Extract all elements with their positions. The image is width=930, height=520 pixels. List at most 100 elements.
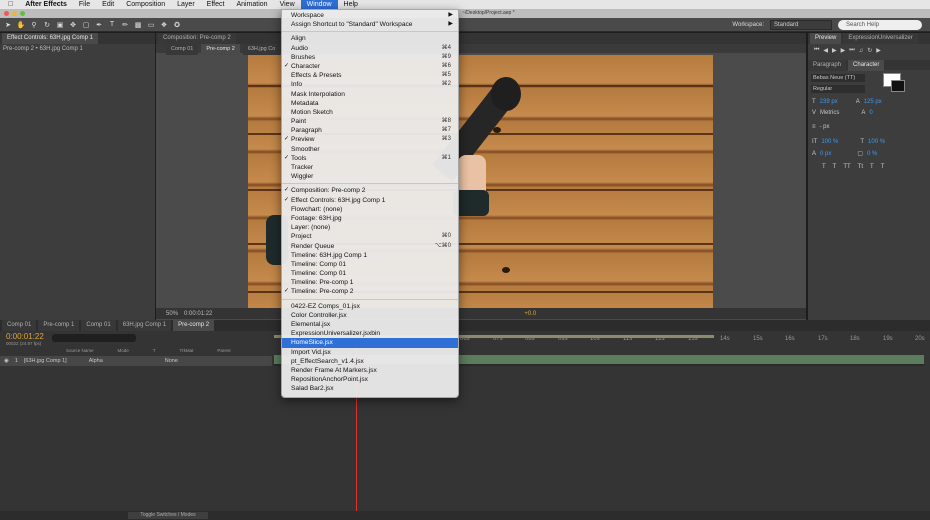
table-row[interactable]: ◉ 1 [63H.jpg Comp 1] Alpha None (0, 356, 272, 366)
viewer-tab-63h[interactable]: 63H.jpg Co (242, 44, 281, 55)
font-family-select[interactable]: Bebas Neue (TT) (811, 74, 865, 82)
font-size-value[interactable]: 239 px (820, 99, 838, 105)
horizontal-scale-value[interactable]: 100 % (868, 139, 885, 145)
menu-item[interactable]: Align (282, 34, 458, 43)
column-trkmat[interactable]: TrkMat (180, 348, 194, 355)
minimize-window-button[interactable] (12, 11, 17, 16)
puppet-tool-icon[interactable]: ✪ (173, 21, 181, 29)
layer-name[interactable]: [63H.jpg Comp 1] (24, 358, 67, 364)
menu-item[interactable]: Timeline: 63H.jpg Comp 1 (282, 251, 458, 260)
faux-bold-button[interactable]: T (822, 164, 826, 170)
clone-tool-icon[interactable]: ▩ (134, 21, 142, 29)
menu-item[interactable]: Paragraph ⌘7 (282, 126, 458, 135)
menu-item[interactable]: Wiggler (282, 172, 458, 181)
rotate-tool-icon[interactable]: ↻ (43, 21, 51, 29)
menu-item[interactable]: Footage: 63H.jpg (282, 214, 458, 223)
menu-item[interactable]: HomeSlice.jsx (282, 338, 458, 348)
leading-value[interactable]: 125 px (864, 99, 882, 105)
pen-tool-icon[interactable]: ✒ (95, 21, 103, 29)
menu-file[interactable]: File (73, 0, 96, 9)
superscript-button[interactable]: T (870, 164, 874, 170)
menu-item[interactable]: Color Controller.jsx (282, 311, 458, 320)
first-frame-icon[interactable]: ⏮ (814, 47, 819, 54)
close-window-button[interactable] (4, 11, 9, 16)
viewer-tab-comp01[interactable]: Comp 01 (166, 44, 199, 55)
stroke-color-swatch[interactable] (891, 80, 905, 92)
menu-item[interactable]: ✓ Effect Controls: 63H.jpg Comp 1 (282, 196, 458, 205)
menu-item[interactable]: Metadata (282, 99, 458, 108)
menu-item[interactable]: Tracker (282, 163, 458, 172)
menu-item[interactable]: Smoother (282, 145, 458, 154)
tab-paragraph[interactable]: Paragraph (808, 60, 847, 71)
rectangle-tool-icon[interactable]: ▢ (82, 21, 90, 29)
menu-item[interactable]: Layer: (none) (282, 223, 458, 232)
menu-item[interactable]: pt_EffectSearch_v1.4.jsx (282, 357, 458, 366)
stroke-width-value[interactable]: - px (820, 124, 830, 130)
workspace-select[interactable]: Standard (770, 20, 832, 30)
search-help-input[interactable]: Search Help (838, 20, 922, 30)
all-caps-button[interactable]: TT (843, 164, 850, 170)
menu-item[interactable]: Salad Bar2.jsx (282, 384, 458, 393)
camera-tool-icon[interactable]: ▣ (56, 21, 64, 29)
brush-tool-icon[interactable]: ✏ (121, 21, 129, 29)
tracking-value[interactable]: 0 (869, 110, 872, 116)
menu-item[interactable]: Render Frame At Markers.jsx (282, 366, 458, 375)
zoom-tool-icon[interactable]: ⚲ (30, 21, 38, 29)
menu-item[interactable]: Motion Sketch (282, 108, 458, 117)
menu-item[interactable]: Flowchart: (none) (282, 205, 458, 214)
layer-parent[interactable]: None (165, 358, 178, 364)
font-style-select[interactable]: Regular (811, 85, 865, 93)
layer-search-input[interactable] (52, 334, 136, 342)
menu-animation[interactable]: Animation (230, 0, 273, 9)
tab-preview[interactable]: Preview (810, 33, 842, 44)
tsume-value[interactable]: 0 % (867, 151, 877, 157)
menu-item[interactable]: Assign Shortcut to "Standard" Workspace ▶ (282, 20, 458, 29)
menu-item[interactable]: Timeline: Comp 01 (282, 260, 458, 269)
tab-effect-controls[interactable]: Effect Controls: 63H.jpg Comp 1 (2, 33, 98, 44)
visibility-eye-icon[interactable]: ◉ (4, 358, 9, 364)
menu-item[interactable]: Project ⌘0 (282, 232, 458, 241)
baseline-shift-value[interactable]: 0 px (820, 151, 831, 157)
menu-item[interactable]: RepositionAnchorPoint.jsx (282, 375, 458, 384)
menu-item[interactable]: ✓ Timeline: Pre-comp 2 (282, 287, 458, 296)
zoom-window-button[interactable] (20, 11, 25, 16)
eraser-tool-icon[interactable]: ▭ (147, 21, 155, 29)
menu-item[interactable]: Timeline: Pre-comp 1 (282, 278, 458, 287)
menu-item[interactable]: Brushes ⌘9 (282, 53, 458, 62)
timeline-tab-precomp1[interactable]: Pre-comp 1 (38, 320, 80, 331)
tab-composition[interactable]: Composition: Pre-comp 2 (158, 33, 236, 44)
menu-item[interactable]: ✓ Tools ⌘1 (282, 154, 458, 163)
menu-item[interactable]: Render Queue ⌥⌘0 (282, 242, 458, 251)
pan-behind-tool-icon[interactable]: ✥ (69, 21, 77, 29)
viewer-tab-precomp2[interactable]: Pre-comp 2 (201, 44, 240, 55)
timeline-tab-63h[interactable]: 63H.jpg Comp 1 (117, 320, 172, 331)
timeline-timecode[interactable]: 0:00:01:22 (6, 332, 44, 341)
menu-item[interactable]: ✓ Preview ⌘3 (282, 135, 458, 144)
faux-italic-button[interactable]: T (833, 164, 837, 170)
menu-item[interactable]: Workspace ▶ (282, 11, 458, 20)
menu-view[interactable]: View (274, 0, 301, 9)
layer-mode[interactable]: Alpha (89, 358, 103, 364)
menu-item[interactable]: Timeline: Comp 01 (282, 269, 458, 278)
menu-window[interactable]: Window (300, 0, 338, 9)
menu-item[interactable]: Paint ⌘8 (282, 117, 458, 126)
type-tool-icon[interactable]: T (108, 21, 116, 29)
app-name[interactable]: After Effects (19, 0, 73, 9)
small-caps-button[interactable]: Tt (858, 164, 863, 170)
loop-icon[interactable]: ↻ (867, 47, 872, 54)
column-t[interactable]: T (153, 348, 156, 355)
subscript-button[interactable]: T (881, 164, 885, 170)
column-mode[interactable]: Mode (118, 348, 129, 355)
tab-expression-universalizer[interactable]: ExpressionUniversalizer (843, 33, 918, 44)
exposure-value[interactable]: +0.0 (524, 311, 536, 317)
play-icon[interactable]: ▶ (832, 47, 837, 54)
hand-tool-icon[interactable]: ✋ (17, 21, 26, 29)
menu-item[interactable]: Elemental.jsx (282, 320, 458, 329)
menu-item[interactable]: Import Vid.jsx (282, 348, 458, 357)
column-parent[interactable]: Parent (217, 348, 230, 355)
audio-icon[interactable]: ♫ (859, 48, 864, 54)
menu-edit[interactable]: Edit (96, 0, 120, 9)
menu-layer[interactable]: Layer (171, 0, 201, 9)
kerning-value[interactable]: Metrics (820, 110, 839, 116)
next-frame-icon[interactable]: ▶ (841, 47, 846, 54)
